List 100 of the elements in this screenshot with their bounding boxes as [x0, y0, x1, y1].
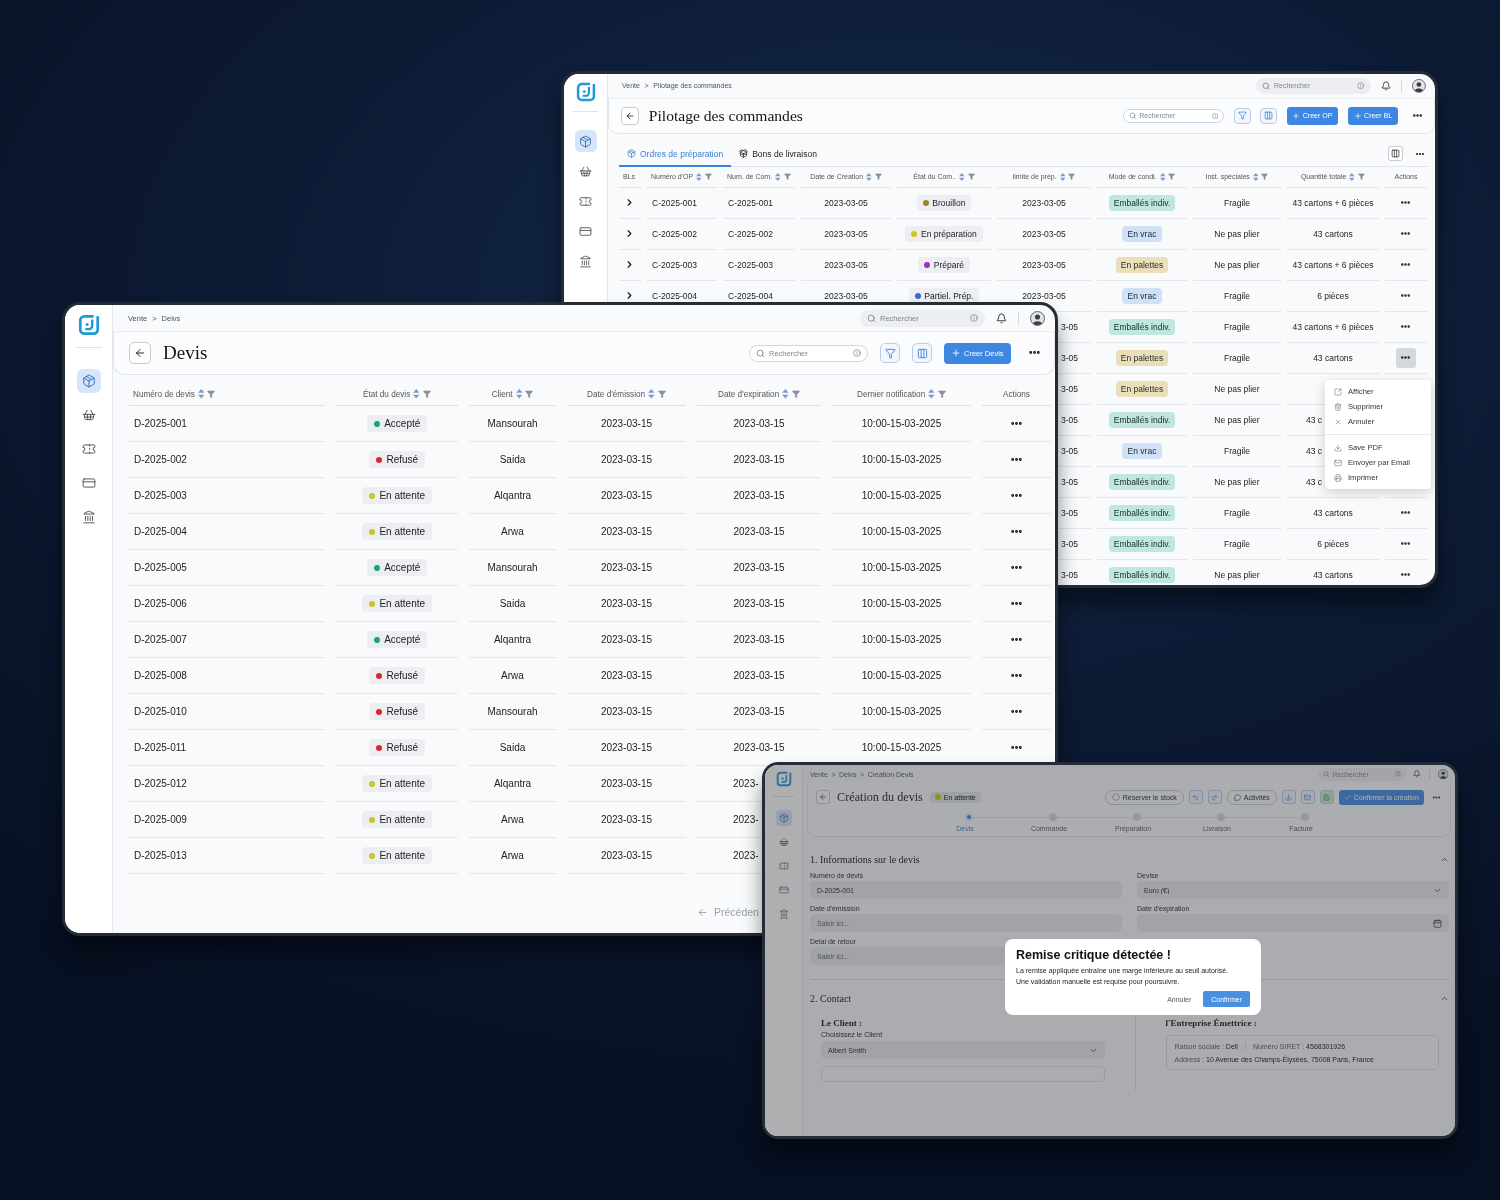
columns-button[interactable] — [1260, 107, 1277, 125]
sort-icon[interactable] — [1159, 172, 1166, 181]
table-cell: Alqantra — [493, 634, 532, 645]
date-field[interactable] — [1137, 914, 1449, 933]
packaging-tag: Emballés indiv. — [1108, 319, 1176, 335]
tab[interactable]: Ordres de préparation — [619, 143, 732, 167]
sort-icon[interactable] — [197, 389, 205, 399]
filter-icon[interactable] — [783, 173, 791, 181]
filter-button[interactable] — [880, 343, 900, 363]
filter-icon[interactable] — [1068, 173, 1076, 181]
undo-icon — [1192, 793, 1200, 801]
column-header: État du devis — [362, 389, 411, 399]
sort-icon[interactable] — [515, 389, 523, 399]
mail-button[interactable] — [1300, 790, 1315, 805]
table-cell: Arwa — [501, 850, 524, 861]
table-cell: C-2025-002 — [652, 229, 697, 239]
table-cell: D-2025-006 — [134, 598, 187, 609]
table-cell: D-2025-005 — [134, 562, 187, 573]
table-cell: 3-05 — [1061, 508, 1078, 518]
table-cell: 2023-03-15 — [600, 454, 653, 465]
card-icon — [81, 476, 96, 490]
tab[interactable]: Bons de livraison — [731, 143, 825, 167]
filter-icon[interactable] — [967, 173, 975, 181]
sort-icon[interactable] — [1349, 172, 1356, 181]
redo-icon — [1211, 793, 1219, 801]
table-cell: 2023-03-05 — [1022, 229, 1066, 239]
status-label: Préparé — [933, 260, 965, 270]
bell-icon[interactable] — [1380, 80, 1391, 91]
table-cell: C-2025-001 — [652, 198, 697, 208]
packaging-tag: En vrac — [1122, 443, 1162, 459]
table-cell: D-2025-013 — [134, 850, 187, 861]
filter-icon[interactable] — [1261, 173, 1269, 181]
filter-icon[interactable] — [937, 389, 946, 399]
box-icon — [81, 374, 96, 388]
filter-icon[interactable] — [704, 173, 712, 181]
sort-icon[interactable] — [775, 172, 781, 181]
filter-icon[interactable] — [422, 389, 432, 399]
filter-button[interactable] — [1234, 107, 1251, 125]
table-cell: 3-05 — [1061, 570, 1078, 580]
table-cell: 2023-03-15 — [733, 490, 785, 501]
filter-icon[interactable] — [657, 389, 666, 399]
save-button[interactable] — [1319, 790, 1334, 805]
sidebar-item[interactable] — [76, 369, 101, 393]
section-title: 2. Contact — [810, 992, 852, 1004]
columns-button[interactable] — [912, 343, 932, 363]
filter-icon[interactable] — [207, 389, 216, 399]
download-button[interactable] — [1281, 790, 1296, 805]
table-cell: Ne pas plier — [1214, 415, 1260, 425]
sort-icon[interactable] — [1252, 172, 1259, 181]
sort-icon[interactable] — [648, 389, 655, 399]
left-arrow-icon — [697, 906, 708, 918]
columns-icon — [1391, 149, 1400, 159]
table-cell: 2023-03-15 — [733, 526, 785, 537]
sort-icon[interactable] — [696, 172, 702, 181]
sort-icon[interactable] — [866, 172, 872, 181]
table-cell: 43 c — [1306, 415, 1323, 425]
filter-icon[interactable] — [874, 173, 882, 181]
filter-icon — [884, 347, 896, 359]
status-label: Accepté — [384, 634, 421, 645]
filter-icon[interactable] — [1168, 173, 1176, 181]
table-cell: 43 cartons + 6 pièces — [1292, 322, 1374, 332]
sort-icon[interactable] — [928, 389, 935, 399]
back-button[interactable] — [621, 106, 640, 125]
column-heading: Le Client : — [821, 1018, 863, 1029]
filter-icon[interactable] — [1358, 173, 1366, 181]
table-cell: 2023- — [733, 850, 759, 861]
column-heading: l'Entreprise Émettrice : — [1165, 1018, 1258, 1029]
table-cell: D-2025-003 — [134, 490, 187, 501]
columns-button[interactable] — [1388, 146, 1403, 162]
table-cell: 10:00-15-03-2025 — [861, 490, 942, 501]
back-button[interactable] — [129, 342, 151, 364]
sort-icon[interactable] — [1059, 172, 1066, 181]
bell-icon[interactable] — [1413, 770, 1422, 778]
table-cell: C-2025-003 — [728, 260, 773, 270]
back-arrow-icon — [819, 793, 828, 802]
filter-icon[interactable] — [525, 389, 534, 399]
box-icon — [579, 134, 592, 148]
back-button[interactable] — [816, 790, 831, 805]
sort-icon[interactable] — [959, 172, 965, 181]
table-cell: C-2025-004 — [728, 291, 773, 301]
column-header: Dernier notification — [856, 389, 926, 399]
table-cell: 2023-03-05 — [824, 198, 868, 208]
table-cell: 2023-03-15 — [733, 742, 785, 753]
sidebar-item[interactable] — [574, 130, 597, 152]
table-cell: 3-05 — [1061, 446, 1078, 456]
packaging-tag: Emballés indiv. — [1108, 536, 1176, 552]
table-cell: 43 cartons + 6 pièces — [1292, 198, 1374, 208]
sort-icon[interactable] — [413, 389, 420, 399]
table-cell: Alqantra — [493, 490, 532, 501]
table-cell: 43 cartons + 6 pièces — [1292, 260, 1374, 270]
filter-icon[interactable] — [791, 389, 800, 399]
chat-icon — [1233, 793, 1241, 801]
table-cell: 3-05 — [1061, 322, 1078, 332]
bell-icon[interactable] — [996, 312, 1007, 324]
table-cell: 2023- — [733, 814, 759, 825]
sort-icon[interactable] — [782, 389, 789, 399]
search-icon — [756, 348, 765, 358]
search-icon — [867, 313, 876, 323]
app-logo — [575, 82, 596, 102]
more-button[interactable] — [1396, 348, 1416, 368]
